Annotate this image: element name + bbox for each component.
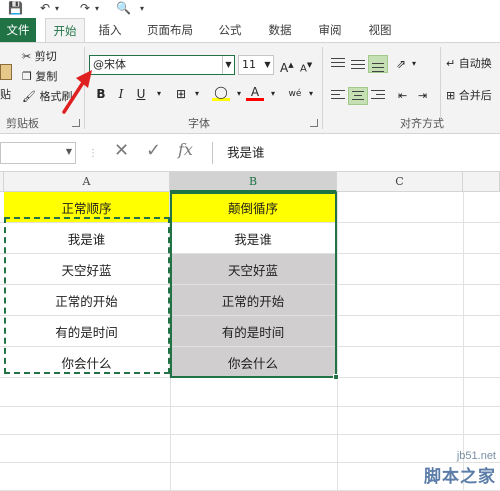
copy-marquee: [4, 217, 170, 374]
wrap-text-icon: ↵: [446, 57, 456, 70]
cut-label: 剪切: [34, 50, 57, 63]
quick-access-toolbar: 💾 ↶ ▾ ↷ ▾ 🔍 ▾: [0, 0, 500, 18]
font-name-input[interactable]: @宋体 ▼: [89, 55, 235, 75]
function-icon[interactable]: fx: [178, 140, 193, 159]
merge-icon: ⊞: [446, 89, 456, 102]
alignment-group-label: 对齐方式: [400, 117, 444, 130]
tab-insert[interactable]: 插入: [92, 18, 128, 42]
tab-home[interactable]: 开始: [45, 18, 85, 43]
formula-bar-grip-icon: ⋮: [88, 148, 98, 159]
tab-data[interactable]: 数据: [262, 18, 298, 42]
fill-handle[interactable]: [333, 374, 339, 380]
decrease-font-icon[interactable]: A▼: [300, 57, 312, 77]
tab-page-layout[interactable]: 页面布局: [140, 18, 200, 42]
clipboard-launcher-icon[interactable]: [72, 119, 80, 127]
font-size-value: 11: [242, 58, 256, 71]
align-middle-button[interactable]: [348, 55, 368, 73]
formula-input[interactable]: 我是谁: [212, 142, 500, 164]
ribbon-tabs: 文件 开始 插入 页面布局 公式 数据 审阅 视图: [0, 18, 500, 43]
border-dropdown-icon[interactable]: ▾: [188, 85, 206, 103]
column-header-b[interactable]: B: [170, 172, 337, 192]
italic-button[interactable]: I: [112, 85, 130, 103]
scissors-icon: ✂: [22, 50, 32, 63]
tab-formulas[interactable]: 公式: [212, 18, 248, 42]
phonetic-dropdown-icon[interactable]: ▾: [302, 85, 320, 103]
font-size-input[interactable]: 11 ▼: [238, 55, 274, 75]
cell-text: 正常顺序: [61, 201, 112, 216]
merge-center-button[interactable]: ⊞ 合并后: [446, 88, 492, 104]
copy-icon: ❐: [22, 70, 32, 83]
font-group-label: 字体: [188, 117, 210, 130]
cut-button[interactable]: ✂ 剪切: [22, 49, 57, 65]
increase-indent-icon[interactable]: ⇥: [418, 88, 427, 104]
table-row: [0, 378, 500, 407]
font-launcher-icon[interactable]: [310, 119, 318, 127]
orientation-icon[interactable]: ⇗: [396, 56, 406, 72]
watermark-url: jb51.net: [456, 450, 496, 462]
align-center-button[interactable]: [348, 87, 368, 105]
cancel-icon[interactable]: ✕: [114, 140, 129, 161]
align-top-button[interactable]: [328, 55, 348, 73]
group-separator: [322, 47, 323, 129]
align-bottom-button[interactable]: [368, 55, 388, 73]
wrap-text-button[interactable]: ↵ 自动换: [446, 56, 492, 72]
save-icon[interactable]: 💾: [8, 1, 23, 16]
spreadsheet-grid[interactable]: A B C 正常顺序 颠倒循序 我是谁 我是谁 天空好蓝 天空好蓝 正常的开始 …: [0, 172, 500, 491]
merge-label: 合并后: [458, 89, 492, 102]
customize-qat-icon[interactable]: ▾: [140, 1, 144, 16]
watermark-text: 脚本之家: [424, 467, 496, 487]
gridline: [337, 192, 338, 491]
tab-review[interactable]: 审阅: [312, 18, 348, 42]
underline-dropdown-icon[interactable]: ▾: [150, 85, 168, 103]
confirm-icon[interactable]: ✓: [146, 140, 161, 161]
chevron-down-icon[interactable]: ▼: [66, 147, 72, 156]
formula-bar: ▼ ⋮ ✕ ✓ fx 我是谁: [0, 134, 500, 172]
clipboard-group-label: 剪贴板: [6, 117, 39, 130]
fill-color-icon[interactable]: ◯: [212, 85, 230, 103]
font-color-dropdown-icon[interactable]: ▾: [264, 85, 282, 103]
print-preview-icon[interactable]: 🔍: [116, 1, 131, 16]
undo-icon[interactable]: ↶: [40, 1, 50, 16]
gridline: [463, 192, 464, 491]
copy-button[interactable]: ❐ 复制: [22, 69, 57, 85]
column-header-a[interactable]: A: [4, 172, 170, 192]
undo-dropdown-icon[interactable]: ▾: [55, 1, 59, 16]
tab-view[interactable]: 视图: [362, 18, 398, 42]
align-right-button[interactable]: [368, 87, 388, 105]
underline-button[interactable]: U: [132, 85, 150, 103]
chevron-down-icon[interactable]: ▼: [222, 56, 234, 74]
orientation-dropdown-icon[interactable]: ▾: [412, 56, 416, 72]
red-arrow-annotation-icon: [62, 70, 92, 114]
redo-icon[interactable]: ↷: [80, 1, 90, 16]
increase-font-icon[interactable]: A▲: [280, 57, 294, 76]
name-box[interactable]: ▼: [0, 142, 76, 164]
chevron-down-icon[interactable]: ▼: [262, 56, 273, 74]
paste-icon: [0, 63, 12, 80]
column-header-d[interactable]: [463, 172, 500, 192]
watermark: jb51.net 脚本之家: [424, 450, 496, 487]
selection-range: [170, 192, 337, 378]
copy-label: 复制: [35, 70, 58, 83]
align-left-button[interactable]: [328, 87, 348, 105]
paste-label[interactable]: 贴: [0, 87, 11, 103]
paste-button[interactable]: [0, 63, 12, 80]
font-color-icon[interactable]: A: [246, 85, 264, 103]
paintbrush-icon: 🖌: [22, 90, 36, 103]
decrease-indent-icon[interactable]: ⇤: [398, 88, 407, 104]
redo-dropdown-icon[interactable]: ▾: [95, 1, 99, 16]
wrap-text-label: 自动换: [458, 57, 492, 70]
table-row: [0, 407, 500, 435]
tab-file[interactable]: 文件: [0, 18, 36, 42]
column-header-c[interactable]: C: [337, 172, 463, 192]
